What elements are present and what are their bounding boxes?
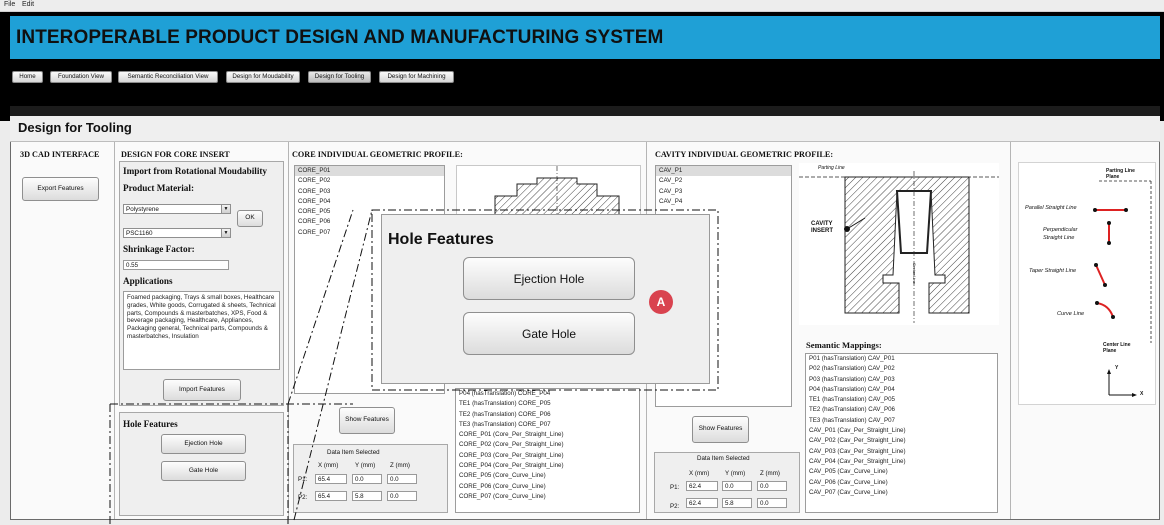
hole-features-zoom-heading: Hole Features [388,231,494,248]
hole-features-zoom: Hole Features Ejection Hole Gate Hole A [381,214,710,384]
ejection-hole-zoom-button[interactable]: Ejection Hole [463,257,635,300]
callout-marker-a: A [649,290,673,314]
gate-hole-zoom-button[interactable]: Gate Hole [463,312,635,355]
